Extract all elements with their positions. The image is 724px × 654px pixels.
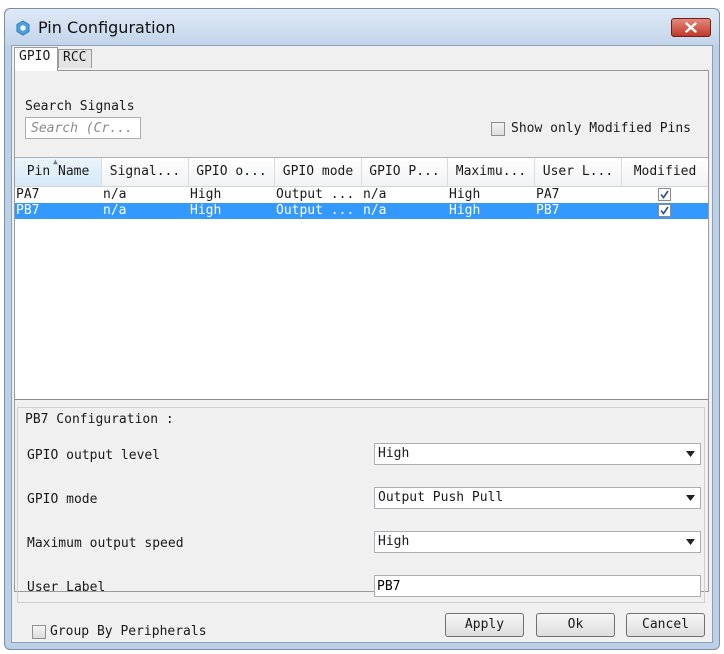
- chevron-down-icon: [686, 495, 695, 501]
- tab-gpio[interactable]: GPIO: [14, 47, 58, 71]
- dropdown-arrow[interactable]: [680, 488, 700, 508]
- column-header-pin-name[interactable]: ▲ Pin Name: [15, 158, 102, 186]
- output-level-select[interactable]: High: [374, 443, 701, 465]
- cell-pull: n/a: [363, 187, 387, 202]
- column-header-modified[interactable]: Modified: [622, 158, 708, 186]
- select-value: Output Push Pull: [378, 490, 504, 505]
- ok-button[interactable]: Ok: [536, 613, 615, 637]
- close-button[interactable]: [671, 18, 711, 37]
- column-header-gpio-pull[interactable]: GPIO P...: [362, 158, 448, 186]
- pin-configuration-window: Pin Configuration GPIO RCC Search Signal…: [4, 8, 720, 650]
- cell-speed: High: [449, 203, 481, 218]
- column-header-gpio-mode[interactable]: GPIO mode: [275, 158, 362, 186]
- title-bar[interactable]: Pin Configuration: [5, 9, 719, 45]
- apply-button[interactable]: Apply: [445, 613, 524, 637]
- table-header: ▲ Pin Name Signal... GPIO o... GPIO mode…: [15, 158, 708, 187]
- column-header-gpio-output[interactable]: GPIO o...: [189, 158, 275, 186]
- search-signals-label: Search Signals: [25, 99, 135, 114]
- pin-table: ▲ Pin Name Signal... GPIO o... GPIO mode…: [15, 157, 708, 400]
- column-header-signal[interactable]: Signal...: [102, 158, 189, 186]
- cell-signal: n/a: [103, 187, 127, 202]
- dropdown-arrow[interactable]: [680, 444, 700, 464]
- show-modified-checkbox[interactable]: [491, 122, 505, 136]
- cell-mode: Output ...: [276, 187, 355, 202]
- column-header-user-label[interactable]: User L...: [535, 158, 622, 186]
- checkmark-icon: [660, 206, 669, 215]
- table-row[interactable]: PA7 n/a High Output ... n/a High PA7: [15, 187, 708, 203]
- search-input[interactable]: [25, 117, 141, 139]
- cell-pull: n/a: [363, 203, 387, 218]
- chevron-down-icon: [686, 539, 695, 545]
- column-label: Pin Name: [26, 164, 90, 179]
- table-row[interactable]: PB7 n/a High Output ... n/a High PB7: [15, 203, 708, 219]
- group-by-peripherals-label: Group By Peripherals: [50, 624, 207, 639]
- cell-signal: n/a: [103, 203, 127, 218]
- gpio-mode-label: GPIO mode: [27, 492, 98, 507]
- config-panel-title: PB7 Configuration :: [25, 412, 174, 427]
- cell-pin-name: PA7: [16, 187, 40, 202]
- select-value: High: [378, 446, 410, 461]
- pin-configuration-panel: PB7 Configuration : GPIO output level Hi…: [17, 407, 705, 603]
- checkmark-icon: [660, 190, 669, 199]
- output-level-label: GPIO output level: [27, 448, 161, 463]
- user-label-input[interactable]: [374, 575, 701, 597]
- dialog-client-area: GPIO RCC Search Signals Show only Modifi…: [11, 45, 713, 643]
- select-value: High: [378, 534, 410, 549]
- group-by-peripherals-checkbox[interactable]: [32, 625, 46, 639]
- cell-speed: High: [449, 187, 481, 202]
- tab-rcc[interactable]: RCC: [58, 49, 92, 68]
- cell-user-label: PA7: [536, 187, 560, 202]
- gear-icon: [16, 20, 30, 36]
- window-title: Pin Configuration: [38, 18, 176, 37]
- cell-output-level: High: [190, 203, 222, 218]
- cell-user-label: PB7: [536, 203, 560, 218]
- user-label-label: User Label: [27, 580, 106, 595]
- modified-checkbox[interactable]: [658, 188, 671, 201]
- modified-checkbox[interactable]: [658, 204, 671, 217]
- gpio-tab-panel: Search Signals Show only Modified Pins ▲…: [14, 70, 709, 603]
- cell-output-level: High: [190, 187, 222, 202]
- gpio-mode-select[interactable]: Output Push Pull: [374, 487, 701, 509]
- sort-ascending-icon: ▲: [53, 158, 58, 166]
- max-speed-label: Maximum output speed: [27, 536, 184, 551]
- max-speed-select[interactable]: High: [374, 531, 701, 553]
- dropdown-arrow[interactable]: [680, 532, 700, 552]
- close-icon: [685, 22, 697, 33]
- column-header-max-speed[interactable]: Maximu...: [448, 158, 535, 186]
- cell-mode: Output ...: [276, 203, 355, 218]
- chevron-down-icon: [686, 451, 695, 457]
- cell-pin-name: PB7: [16, 203, 40, 218]
- show-modified-label: Show only Modified Pins: [511, 121, 692, 136]
- cancel-button[interactable]: Cancel: [626, 613, 705, 637]
